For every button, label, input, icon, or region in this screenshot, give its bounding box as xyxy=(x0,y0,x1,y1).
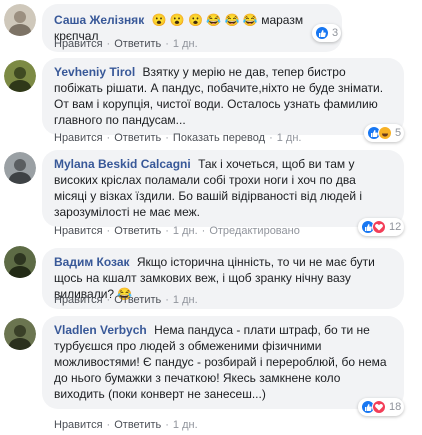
comment-time[interactable]: 1 дн. xyxy=(277,132,302,144)
comment-time[interactable]: 1 дн. xyxy=(173,38,198,50)
show-translation-link[interactable]: Показать перевод xyxy=(173,132,265,144)
comment-bubble: Vladlen Verbych Нема пандуса - плати штр… xyxy=(42,316,404,409)
reaction-summary[interactable]: 3 xyxy=(312,24,342,42)
comment-bubble: Mylana Beskid Calcagni Так і хочеться, щ… xyxy=(42,150,404,227)
reply-link[interactable]: Ответить xyxy=(114,38,161,50)
comment-author[interactable]: Саша Желізняк xyxy=(54,13,144,27)
reply-link[interactable]: Ответить xyxy=(114,132,161,144)
comment-time[interactable]: 1 дн. xyxy=(173,419,198,431)
avatar[interactable] xyxy=(4,60,36,92)
comment-actions: Нравится · Ответить · Показать перевод · 1 дн. xyxy=(54,132,302,144)
reaction-summary[interactable]: 5 xyxy=(364,124,405,142)
comment-author[interactable]: Вадим Козак xyxy=(54,255,130,269)
reply-link[interactable]: Ответить xyxy=(114,294,161,306)
reaction-count: 3 xyxy=(332,27,339,39)
heart-reaction-icon xyxy=(372,400,386,414)
edited-label[interactable]: Отредактировано xyxy=(209,225,300,237)
reply-link[interactable]: Ответить xyxy=(114,225,161,237)
haha-reaction-icon xyxy=(378,126,392,140)
comment-actions: Нравится · Ответить · 1 дн. xyxy=(54,419,198,431)
comment-author[interactable]: Yevheniy Tirol xyxy=(54,65,135,79)
heart-reaction-icon xyxy=(372,220,386,234)
avatar[interactable] xyxy=(4,318,36,350)
reaction-summary[interactable]: 18 xyxy=(358,398,405,416)
like-link[interactable]: Нравится xyxy=(54,132,103,144)
comment-time[interactable]: 1 дн. xyxy=(173,225,198,237)
reaction-count: 12 xyxy=(389,221,402,233)
reply-link[interactable]: Ответить xyxy=(114,419,161,431)
comment-actions: Нравится · Ответить · 1 дн. xyxy=(54,294,198,306)
avatar[interactable] xyxy=(4,246,36,278)
avatar[interactable] xyxy=(4,152,36,184)
avatar[interactable] xyxy=(4,4,36,36)
comment-bubble: Yevheniy Tirol Взятку у мерію не дав, те… xyxy=(42,58,404,135)
comment-actions: Нравится · Ответить · 1 дн. xyxy=(54,38,198,50)
reaction-summary[interactable]: 12 xyxy=(358,218,405,236)
like-link[interactable]: Нравится xyxy=(54,419,103,431)
comment-time[interactable]: 1 дн. xyxy=(173,294,198,306)
comment-author[interactable]: Vladlen Verbych xyxy=(54,323,147,337)
like-reaction-icon xyxy=(315,26,329,40)
comment-author[interactable]: Mylana Beskid Calcagni xyxy=(54,157,191,171)
reaction-count: 18 xyxy=(389,401,402,413)
like-link[interactable]: Нравится xyxy=(54,225,103,237)
comment-actions: Нравится · Ответить · 1 дн. · Отредактировано xyxy=(54,225,300,237)
reaction-count: 5 xyxy=(395,127,402,139)
like-link[interactable]: Нравится xyxy=(54,294,103,306)
like-link[interactable]: Нравится xyxy=(54,38,103,50)
